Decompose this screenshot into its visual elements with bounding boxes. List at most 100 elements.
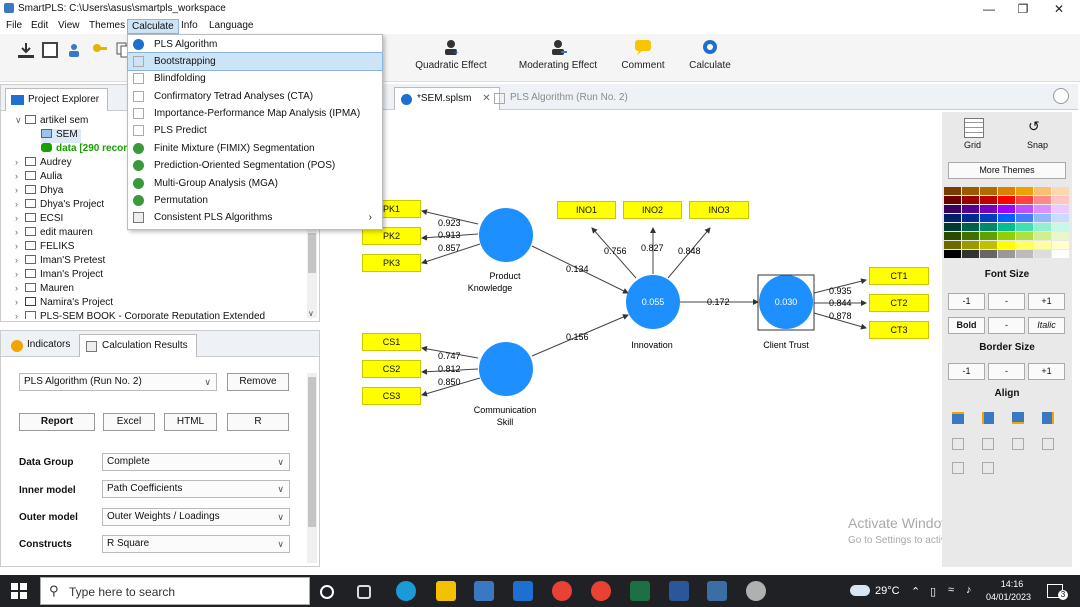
- more-themes-button[interactable]: More Themes: [948, 162, 1066, 179]
- wifi-icon[interactable]: ≈: [948, 584, 954, 596]
- color-swatch[interactable]: [1034, 232, 1051, 240]
- distribute-vertical-icon[interactable]: [982, 462, 994, 474]
- color-swatch[interactable]: [998, 205, 1015, 213]
- color-swatch[interactable]: [980, 241, 997, 249]
- indicator-ct2[interactable]: CT2: [869, 294, 929, 312]
- distribute-right-icon[interactable]: [1042, 438, 1054, 450]
- color-swatch[interactable]: [1052, 187, 1069, 195]
- store-icon[interactable]: [474, 581, 494, 601]
- menu-themes[interactable]: Themes: [85, 19, 129, 32]
- windows-start-icon[interactable]: [11, 583, 27, 599]
- tab-indicators[interactable]: Indicators: [5, 334, 78, 357]
- tree-item-sem[interactable]: SEM: [41, 129, 81, 143]
- color-swatch[interactable]: [980, 232, 997, 240]
- color-swatch[interactable]: [962, 223, 979, 231]
- color-swatch[interactable]: [1052, 214, 1069, 222]
- font-size-decrease[interactable]: -1: [948, 293, 985, 310]
- align-top-icon[interactable]: [952, 412, 964, 424]
- excel-icon[interactable]: [630, 581, 650, 601]
- color-swatch[interactable]: [962, 205, 979, 213]
- new-project-icon[interactable]: [42, 42, 58, 58]
- mail-icon[interactable]: [513, 581, 533, 601]
- color-swatch[interactable]: [1016, 205, 1033, 213]
- color-swatch[interactable]: [962, 250, 979, 258]
- tree-item[interactable]: › Iman's Project: [15, 269, 315, 283]
- color-swatch[interactable]: [998, 241, 1015, 249]
- menu-item-fimix[interactable]: Finite Mixture (FIMIX) Segmentation: [128, 140, 382, 157]
- color-swatch[interactable]: [944, 250, 961, 258]
- color-swatch[interactable]: [962, 196, 979, 204]
- constructs-select[interactable]: R Square ∨: [102, 535, 290, 553]
- menu-item-mga[interactable]: Multi-Group Analysis (MGA): [128, 175, 382, 192]
- font-size-increase[interactable]: +1: [1028, 293, 1065, 310]
- tab-project-explorer[interactable]: Project Explorer: [5, 88, 109, 111]
- tab-pls-algorithm[interactable]: PLS Algorithm (Run No. 2): [490, 87, 636, 110]
- color-swatch[interactable]: [1052, 223, 1069, 231]
- color-swatch[interactable]: [1016, 241, 1033, 249]
- color-swatch[interactable]: [1016, 196, 1033, 204]
- color-swatch[interactable]: [1052, 196, 1069, 204]
- menu-item-blindfolding[interactable]: Blindfolding: [128, 70, 382, 87]
- distribute-left-icon[interactable]: [982, 438, 994, 450]
- indicator-ino3[interactable]: INO3: [689, 201, 749, 219]
- menu-edit[interactable]: Edit: [27, 19, 52, 32]
- indicator-ino1[interactable]: INO1: [557, 201, 616, 219]
- color-swatch[interactable]: [998, 250, 1015, 258]
- menu-view[interactable]: View: [54, 19, 84, 32]
- color-swatch[interactable]: [944, 205, 961, 213]
- indicator-ino2[interactable]: INO2: [623, 201, 682, 219]
- volume-icon[interactable]: ♪: [966, 584, 972, 596]
- color-swatch[interactable]: [1052, 250, 1069, 258]
- key-icon[interactable]: [92, 42, 108, 58]
- color-swatch[interactable]: [962, 232, 979, 240]
- color-swatch[interactable]: [998, 187, 1015, 195]
- italic-button[interactable]: Italic: [1028, 317, 1065, 334]
- color-swatch[interactable]: [980, 214, 997, 222]
- color-swatch[interactable]: [944, 196, 961, 204]
- color-swatch[interactable]: [1016, 232, 1033, 240]
- close-button[interactable]: ✕: [1042, 0, 1076, 18]
- smartpls-icon[interactable]: [707, 581, 727, 601]
- menu-item-pls-algorithm[interactable]: PLS Algorithm: [128, 36, 382, 53]
- edge-icon[interactable]: [396, 581, 416, 601]
- indicator-ct1[interactable]: CT1: [869, 267, 929, 285]
- excel-button[interactable]: Excel: [103, 413, 155, 431]
- task-view-icon[interactable]: [357, 585, 371, 599]
- app-icon-taskbar[interactable]: [746, 581, 766, 601]
- indicator-cs1[interactable]: CS1: [362, 333, 421, 351]
- color-swatch[interactable]: [944, 187, 961, 195]
- color-swatch[interactable]: [1034, 241, 1051, 249]
- color-swatch[interactable]: [1016, 223, 1033, 231]
- maximize-button[interactable]: ❐: [1006, 0, 1040, 18]
- file-explorer-icon[interactable]: [436, 581, 456, 601]
- color-swatch[interactable]: [998, 223, 1015, 231]
- color-swatches[interactable]: [942, 187, 1072, 267]
- indicator-ct3[interactable]: CT3: [869, 321, 929, 339]
- menu-info[interactable]: Info: [177, 19, 202, 32]
- indicator-cs3[interactable]: CS3: [362, 387, 421, 405]
- html-button[interactable]: HTML: [164, 413, 217, 431]
- color-swatch[interactable]: [998, 196, 1015, 204]
- border-size-increase[interactable]: +1: [1028, 363, 1065, 380]
- color-swatch[interactable]: [944, 241, 961, 249]
- report-button[interactable]: Report: [19, 413, 95, 431]
- color-swatch[interactable]: [1034, 205, 1051, 213]
- color-swatch[interactable]: [998, 214, 1015, 222]
- border-size-decrease[interactable]: -1: [948, 363, 985, 380]
- color-swatch[interactable]: [1034, 187, 1051, 195]
- moderating-effect-button[interactable]: Moderating Effect: [513, 38, 603, 71]
- calculate-button[interactable]: Calculate: [684, 38, 736, 71]
- align-bottom-icon[interactable]: [1012, 412, 1024, 424]
- bold-button[interactable]: Bold: [948, 317, 985, 334]
- users-icon[interactable]: [66, 42, 82, 58]
- minimize-button[interactable]: —: [972, 0, 1006, 18]
- tab-sem-splsm[interactable]: *SEM.splsm ✕: [394, 87, 500, 110]
- color-swatch[interactable]: [980, 187, 997, 195]
- data-group-select[interactable]: Complete ∨: [102, 453, 290, 471]
- color-swatch[interactable]: [962, 241, 979, 249]
- tree-item[interactable]: › Mauren: [15, 283, 315, 297]
- menu-file[interactable]: File: [2, 19, 26, 32]
- menu-language[interactable]: Language: [205, 19, 258, 32]
- color-swatch[interactable]: [944, 232, 961, 240]
- indicator-cs2[interactable]: CS2: [362, 360, 421, 378]
